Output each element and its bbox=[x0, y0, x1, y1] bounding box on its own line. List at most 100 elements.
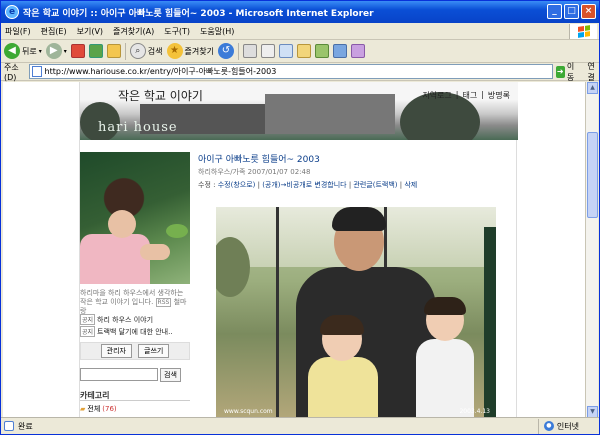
toolbar: ◀ 뒤로 ▾ ▶ ▾ ⌕ 검색 ★ 즐겨찾기 ↺ bbox=[1, 40, 599, 63]
mail-icon[interactable] bbox=[242, 44, 257, 58]
refresh-icon[interactable] bbox=[88, 44, 103, 58]
write-button[interactable]: 글쓰기 bbox=[138, 344, 170, 358]
link-separator: | bbox=[481, 90, 484, 99]
vertical-scrollbar[interactable]: ▲ ▼ bbox=[585, 82, 598, 418]
sidebar-button-row: 관리자 글쓰기 bbox=[80, 342, 190, 360]
menu-help[interactable]: 도움말(H) bbox=[200, 26, 234, 37]
address-label: 주소(D) bbox=[4, 62, 19, 82]
address-bar: 주소(D) http://www.hariouse.co.kr/entry/아이… bbox=[1, 61, 599, 83]
zone-label: 인터넷 bbox=[556, 421, 579, 431]
search-button[interactable]: ⌕ 검색 bbox=[129, 43, 163, 59]
windows-logo-icon bbox=[569, 24, 597, 39]
post-content: 아이구 아빠노릇 힘들어~ 2003 하리하우스/가족 2007/01/07 0… bbox=[198, 152, 514, 418]
edit-icon[interactable] bbox=[278, 44, 293, 58]
back-dropdown-icon[interactable]: ▾ bbox=[39, 48, 42, 55]
menu-bar: 파일(F) 편집(E) 보기(V) 즐겨찾기(A) 도구(T) 도움말(H) bbox=[1, 23, 599, 40]
search-label: 검색 bbox=[147, 46, 163, 56]
internet-globe-icon: ● bbox=[543, 421, 554, 431]
security-zone: ● 인터넷 bbox=[537, 418, 579, 434]
star-icon: ★ bbox=[166, 43, 183, 59]
menu-edit[interactable]: 편집(E) bbox=[41, 26, 67, 37]
menu-file[interactable]: 파일(F) bbox=[5, 26, 31, 37]
favorites-label: 즐겨찾기 bbox=[184, 46, 214, 56]
discuss-icon[interactable] bbox=[296, 44, 311, 58]
forward-button[interactable]: ▶ ▾ bbox=[45, 43, 67, 59]
menu-favorites[interactable]: 즐겨찾기(A) bbox=[113, 26, 154, 37]
web-viewport: 작은 학교 이야기 hari house 지역로그 | 태그 | 방명록 하리마… bbox=[3, 82, 585, 418]
blog-description: 하리마을 하리 하우스에서 생각하는 작은 학교 이야기 입니다. RSS 철마… bbox=[80, 289, 187, 315]
delete-link[interactable]: 삭제 bbox=[404, 181, 417, 189]
messenger-icon[interactable] bbox=[314, 44, 329, 58]
link-separator: | bbox=[455, 90, 459, 99]
history-icon[interactable]: ↺ bbox=[217, 43, 234, 59]
back-arrow-icon: ◀ bbox=[4, 43, 20, 59]
browser-window: e 작은 학교 이야기 :: 아이구 아빠노릇 힘들어~ 2003 - Micr… bbox=[0, 0, 600, 435]
profile-photo bbox=[80, 152, 190, 284]
sidebar-search-input[interactable] bbox=[80, 368, 158, 381]
status-text: 완료 bbox=[18, 421, 33, 431]
sidebar: 하리마을 하리 하우스에서 생각하는 작은 학교 이야기 입니다. RSS 철마… bbox=[80, 152, 190, 418]
category-item-all[interactable]: ▰ 전체 (76) bbox=[80, 404, 117, 414]
banner-house bbox=[265, 94, 395, 134]
research-icon[interactable] bbox=[332, 44, 347, 58]
sidebar-search-button[interactable]: 검색 bbox=[160, 368, 181, 382]
notice-item[interactable]: 공지 하리 하우스 이야기 bbox=[80, 314, 190, 325]
notice-badge: 공지 bbox=[80, 314, 96, 325]
scroll-thumb[interactable] bbox=[587, 132, 598, 218]
address-url: http://www.hariouse.co.kr/entry/아이구-아빠노릇… bbox=[44, 67, 277, 76]
brand-logo: hari house bbox=[98, 120, 178, 135]
guestbook-link[interactable]: 방명록 bbox=[488, 90, 510, 101]
photo-date: 2003.4.13 bbox=[459, 408, 490, 415]
location-log-link[interactable]: 지역로그 bbox=[422, 90, 451, 101]
toolbar-divider bbox=[237, 42, 239, 60]
page-status-icon bbox=[4, 421, 14, 431]
toolbar-divider bbox=[124, 42, 126, 60]
post-meta: 하리하우스/가족 2007/01/07 02:48 bbox=[198, 168, 311, 176]
go-arrow-icon: ➜ bbox=[555, 65, 565, 78]
back-button[interactable]: ◀ 뒤로 ▾ bbox=[4, 43, 42, 59]
blog-banner: 작은 학교 이야기 hari house 지역로그 | 태그 | 방명록 bbox=[80, 82, 518, 140]
title-bar: e 작은 학교 이야기 :: 아이구 아빠노릇 힘들어~ 2003 - Micr… bbox=[1, 1, 599, 23]
address-input[interactable]: http://www.hariouse.co.kr/entry/아이구-아빠노릇… bbox=[28, 64, 553, 79]
home-icon[interactable] bbox=[106, 44, 121, 58]
go-button[interactable]: ➜ 이동 bbox=[555, 61, 579, 83]
edit-link[interactable]: 수정(창으로) bbox=[218, 181, 256, 189]
blog-title[interactable]: 작은 학교 이야기 bbox=[118, 87, 203, 104]
photo-watermark: www.scqun.com bbox=[224, 408, 273, 415]
stop-icon[interactable] bbox=[70, 44, 85, 58]
folder-icon: ▰ bbox=[80, 405, 86, 413]
notice-item[interactable]: 공지 트랙백 달기에 대한 안내.. bbox=[80, 326, 190, 337]
post-title[interactable]: 아이구 아빠노릇 힘들어~ 2003 bbox=[198, 152, 514, 165]
window-title: 작은 학교 이야기 :: 아이구 아빠노릇 힘들어~ 2003 - Micros… bbox=[23, 8, 374, 19]
minimize-button[interactable]: _ bbox=[547, 4, 562, 19]
category-divider bbox=[80, 400, 190, 401]
ie-icon: e bbox=[5, 5, 19, 19]
visibility-link[interactable]: (공개)→비공개로 변경합니다 bbox=[262, 181, 346, 189]
addon-icon[interactable] bbox=[350, 44, 365, 58]
sidebar-search: 검색 bbox=[80, 368, 190, 382]
post-actions: 수정 : 수정(창으로) | (공개)→비공개로 변경합니다 | 관련글(트랙백… bbox=[198, 181, 418, 189]
admin-button[interactable]: 관리자 bbox=[100, 344, 132, 358]
status-bar: 완료 ● 인터넷 bbox=[1, 417, 599, 434]
top-links: 지역로그 | 태그 | 방명록 bbox=[422, 90, 510, 101]
page-icon bbox=[31, 66, 42, 77]
rss-icon[interactable]: RSS bbox=[155, 298, 172, 307]
search-icon: ⌕ bbox=[129, 43, 146, 59]
menu-view[interactable]: 보기(V) bbox=[77, 26, 103, 37]
notice-badge: 공지 bbox=[80, 326, 96, 337]
forward-arrow-icon: ▶ bbox=[45, 43, 62, 59]
post-photo: www.scqun.com 2003.4.13 bbox=[216, 207, 496, 418]
close-button[interactable]: × bbox=[581, 4, 596, 19]
forward-dropdown-icon[interactable]: ▾ bbox=[64, 48, 67, 55]
menu-tools[interactable]: 도구(T) bbox=[164, 26, 190, 37]
links-label[interactable]: 연결 bbox=[587, 61, 599, 83]
trackback-link[interactable]: 관련글(트랙백) bbox=[353, 181, 397, 189]
maximize-button[interactable]: □ bbox=[564, 4, 579, 19]
favorites-button[interactable]: ★ 즐겨찾기 bbox=[166, 43, 214, 59]
back-label: 뒤로 bbox=[22, 46, 37, 56]
scroll-up-icon[interactable]: ▲ bbox=[587, 82, 598, 94]
print-icon[interactable] bbox=[260, 44, 275, 58]
go-label: 이동 bbox=[566, 61, 575, 82]
blog-page: 작은 학교 이야기 hari house 지역로그 | 태그 | 방명록 하리마… bbox=[79, 82, 518, 418]
tag-link[interactable]: 태그 bbox=[462, 90, 477, 101]
